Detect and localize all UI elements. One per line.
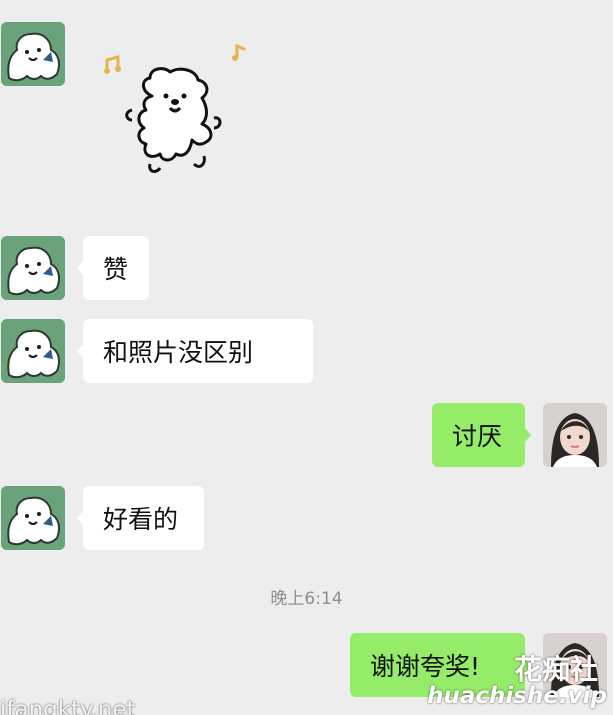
message-bubble[interactable]: 和照片没区别 (77, 319, 313, 383)
friend-avatar[interactable] (1, 319, 65, 383)
watermark-site-url: huachishe.vip (427, 683, 607, 709)
my-avatar[interactable] (543, 403, 607, 467)
message-bubble[interactable]: 好看的 (77, 486, 204, 550)
friend-avatar[interactable] (1, 236, 65, 300)
friend-avatar[interactable] (1, 486, 65, 550)
cartoon-dog-avatar-icon (1, 319, 65, 383)
friend-avatar[interactable] (1, 22, 65, 86)
timestamp: 晚上6:14 (270, 589, 343, 609)
cartoon-dog-avatar-icon (1, 236, 65, 300)
chat-view: 赞 和照片没区别 讨厌 好看的 晚上6:14 谢谢夸奖! 花痴社 huachis… (0, 0, 613, 715)
girl-photo-avatar-icon (543, 403, 607, 467)
cartoon-dog-avatar-icon (1, 486, 65, 550)
my-message-bubble[interactable]: 讨厌 (432, 403, 531, 467)
cartoon-dog-avatar-icon (1, 22, 65, 86)
watermark-left-url: ifangkty.net (0, 697, 136, 715)
dancing-bear-sticker[interactable] (104, 44, 254, 182)
message-bubble[interactable]: 赞 (77, 236, 149, 300)
watermark-site-name: 花痴社 (513, 653, 598, 686)
